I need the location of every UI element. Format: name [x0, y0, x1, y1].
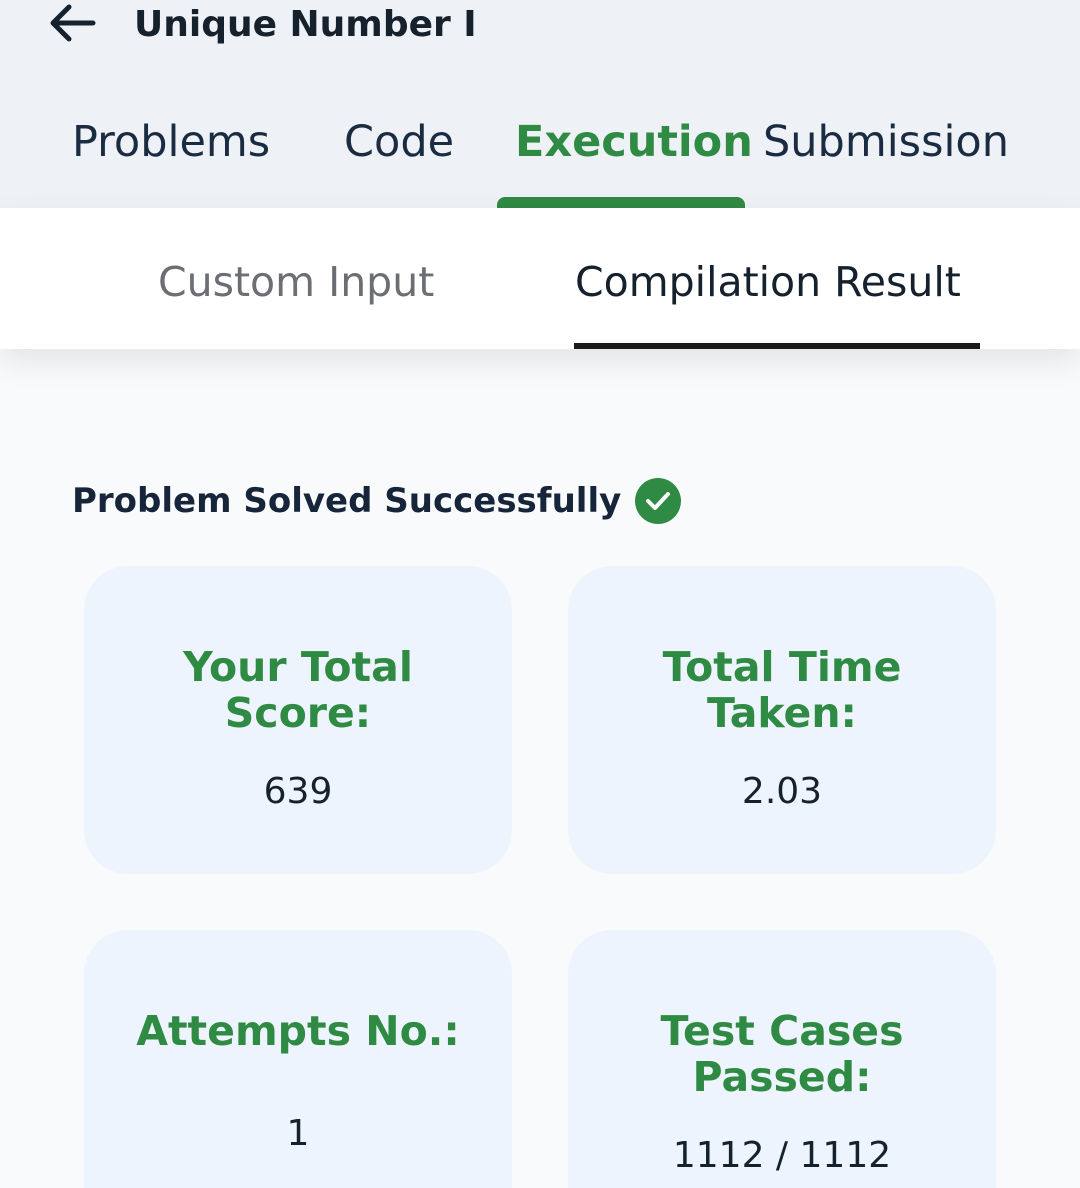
- attempts-value: 1: [286, 1113, 310, 1154]
- arrow-left-icon: [47, 3, 97, 47]
- score-card: Your Total Score: 639: [84, 566, 512, 874]
- subtab-custom-input[interactable]: Custom Input: [158, 252, 434, 312]
- app-header: Unique Number I Problems Code Execution …: [0, 0, 1080, 208]
- attempts-label: Attempts No.:: [136, 1007, 460, 1055]
- time-card: Total Time Taken: 2.03: [568, 566, 996, 874]
- subtab-compilation-result[interactable]: Compilation Result: [575, 252, 961, 312]
- result-status: Problem Solved Successfully: [72, 476, 682, 526]
- subtab-bar: Custom Input Compilation Result: [0, 208, 1080, 349]
- time-value: 2.03: [741, 771, 823, 812]
- attempts-card: Attempts No.: 1: [84, 930, 512, 1188]
- active-tab-indicator: [497, 197, 745, 208]
- test-cases-label: Test Cases Passed:: [660, 1007, 904, 1101]
- time-label: Total Time Taken:: [662, 643, 902, 737]
- score-label: Your Total Score:: [183, 643, 413, 737]
- page-title: Unique Number I: [134, 4, 477, 45]
- active-subtab-indicator: [574, 343, 980, 349]
- back-button[interactable]: [40, 0, 104, 50]
- tab-code[interactable]: Code: [344, 112, 454, 172]
- tab-execution[interactable]: Execution: [515, 112, 753, 172]
- status-text: Problem Solved Successfully: [72, 481, 622, 521]
- check-circle-icon: [635, 478, 682, 524]
- test-cases-value: 1112 / 1112: [672, 1135, 892, 1176]
- tab-problems[interactable]: Problems: [72, 112, 270, 172]
- score-value: 639: [263, 771, 333, 812]
- test-cases-card: Test Cases Passed: 1112 / 1112: [568, 930, 996, 1188]
- tab-submission[interactable]: Submission: [763, 112, 1009, 172]
